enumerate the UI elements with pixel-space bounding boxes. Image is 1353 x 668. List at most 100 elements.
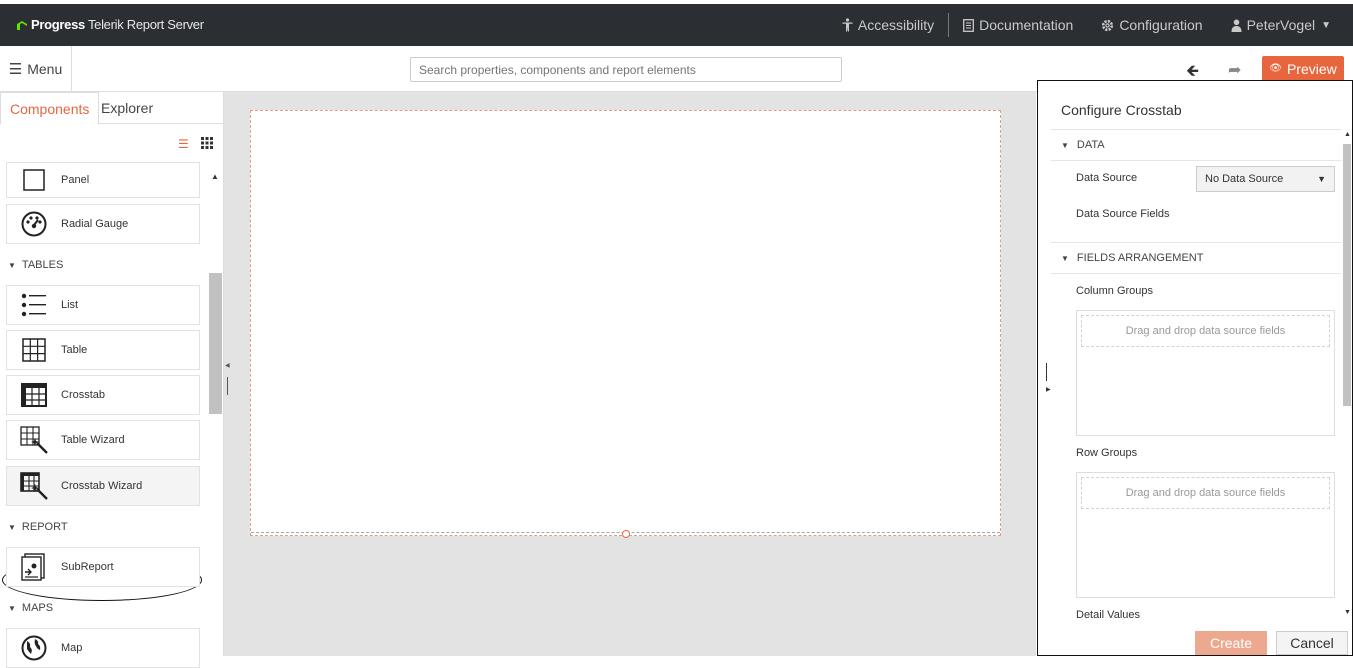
component-radial-gauge[interactable]: Radial Gauge <box>6 204 200 244</box>
section-fields-arrangement[interactable]: ▼ FIELDS ARRANGEMENT <box>1051 242 1341 274</box>
nav-configuration[interactable]: Configuration <box>1087 13 1216 37</box>
subreport-icon <box>21 553 45 581</box>
expand-triangle-icon: ▼ <box>8 523 16 532</box>
brand-product: Telerik Report Server <box>87 17 204 32</box>
configure-crosstab-panel: Configure Crosstab ▶ ▼ DATA Data Source … <box>1037 80 1353 656</box>
expand-triangle-icon: ▼ <box>1061 140 1069 150</box>
scroll-down-arrow-icon[interactable]: ▼ <box>1344 609 1351 616</box>
collapse-left-arrow-icon[interactable]: ◀ <box>225 362 230 369</box>
preview-button[interactable]: 👁 Preview <box>1262 56 1344 81</box>
nav-documentation[interactable]: Documentation <box>949 13 1087 37</box>
category-tables[interactable]: ▼ TABLES <box>8 259 63 271</box>
component-panel[interactable]: Panel <box>6 162 200 198</box>
menu-button[interactable]: ☰ Menu <box>0 46 72 92</box>
category-maps[interactable]: ▼ MAPS <box>8 602 53 614</box>
row-groups-label: Row Groups <box>1076 447 1138 459</box>
data-source-value: No Data Source <box>1205 173 1284 185</box>
component-label: Panel <box>61 174 90 186</box>
chevron-down-icon: ▼ <box>1317 174 1326 184</box>
row-groups-box[interactable]: Drag and drop data source fields <box>1076 472 1335 598</box>
component-label: Radial Gauge <box>61 218 129 230</box>
report-page[interactable] <box>250 110 1001 538</box>
panel-icon <box>23 169 45 191</box>
component-subreport[interactable]: SubReport <box>6 547 200 587</box>
user-icon <box>1231 19 1242 32</box>
component-label: Table <box>61 344 88 356</box>
tab-components[interactable]: Components <box>0 92 100 125</box>
detail-values-label: Detail Values <box>1076 609 1140 621</box>
data-source-select[interactable]: No Data Source ▼ <box>1196 166 1335 192</box>
component-label: Map <box>61 642 83 654</box>
list-view-icon[interactable]: ☰ <box>178 137 189 151</box>
component-label: Crosstab <box>61 389 106 401</box>
panel-title: Configure Crosstab <box>1061 102 1182 118</box>
eye-icon: 👁 <box>1269 63 1282 74</box>
scroll-up-arrow-icon[interactable]: ▲ <box>211 172 219 181</box>
column-groups-box[interactable]: Drag and drop data source fields <box>1076 310 1335 436</box>
hamburger-icon: ☰ <box>8 61 23 78</box>
expand-triangle-icon: ▼ <box>8 261 16 270</box>
nav-accessibility-label: Accessibility <box>857 17 935 33</box>
create-button[interactable]: Create <box>1195 631 1267 655</box>
component-table-wizard[interactable]: Table Wizard <box>6 420 200 460</box>
document-icon <box>963 18 975 32</box>
scroll-up-arrow-icon[interactable]: ▲ <box>1344 131 1351 138</box>
top-bar: Progress Telerik Report Server Accessibi… <box>0 0 1353 46</box>
menu-button-label: Menu <box>27 61 63 77</box>
data-source-label: Data Source <box>1076 172 1138 184</box>
component-list[interactable]: List <box>6 285 200 325</box>
tab-explorer[interactable]: Explorer <box>92 92 162 125</box>
expand-triangle-icon: ▼ <box>1061 253 1069 263</box>
row-groups-dropzone[interactable]: Drag and drop data source fields <box>1081 477 1330 509</box>
progress-logo-icon <box>17 20 27 30</box>
nav-user-menu[interactable]: PeterVogel ▼ <box>1217 13 1345 37</box>
category-report[interactable]: ▼ REPORT <box>8 521 68 533</box>
accessibility-icon <box>842 18 853 32</box>
crosstab-icon <box>21 383 47 407</box>
section-data[interactable]: ▼ DATA <box>1051 129 1341 161</box>
category-label: MAPS <box>21 602 54 614</box>
data-source-fields-label: Data Source Fields <box>1076 208 1170 220</box>
resize-handle[interactable] <box>622 530 630 538</box>
component-crosstab[interactable]: Crosstab <box>6 375 200 415</box>
list-icon <box>21 293 46 317</box>
nav-configuration-label: Configuration <box>1119 17 1203 33</box>
section-label: DATA <box>1076 139 1105 151</box>
nav-accessibility[interactable]: Accessibility <box>828 13 950 37</box>
brand-logo[interactable]: Progress Telerik Report Server <box>16 17 204 32</box>
redo-icon[interactable]: ➦ <box>1228 60 1241 80</box>
components-panel: Components Explorer ☰ Panel Radial Gauge… <box>0 92 224 668</box>
preview-button-label: Preview <box>1286 60 1337 77</box>
components-scroll-thumb[interactable] <box>209 273 222 414</box>
splitter-handle[interactable] <box>227 377 228 395</box>
top-nav: Accessibility Documentation Configuratio… <box>828 4 1345 46</box>
nav-documentation-label: Documentation <box>979 17 1074 33</box>
brand-name: Progress <box>31 17 85 32</box>
table-wizard-icon <box>20 426 48 454</box>
globe-icon <box>21 635 47 661</box>
panel-footer: Create Cancel <box>1038 625 1352 657</box>
component-label: SubReport <box>61 561 114 573</box>
component-crosstab-wizard[interactable]: Crosstab Wizard <box>6 466 200 506</box>
component-label: List <box>61 299 79 311</box>
expand-triangle-icon: ▼ <box>8 604 16 613</box>
component-table[interactable]: Table <box>6 330 200 370</box>
expand-right-arrow-icon[interactable]: ▶ <box>1046 386 1051 393</box>
column-groups-label: Column Groups <box>1076 285 1154 297</box>
crosstab-wizard-icon <box>20 472 48 500</box>
search-input[interactable] <box>410 57 842 82</box>
section-label: FIELDS ARRANGEMENT <box>1076 252 1204 264</box>
config-scroll-thumb[interactable] <box>1343 144 1351 406</box>
component-label: Crosstab Wizard <box>61 480 143 492</box>
grid-view-icon[interactable] <box>201 137 213 152</box>
left-splitter[interactable]: ◀ <box>224 92 232 656</box>
gear-icon <box>1102 19 1114 31</box>
category-label: TABLES <box>21 259 64 271</box>
column-groups-dropzone[interactable]: Drag and drop data source fields <box>1081 315 1330 347</box>
nav-user-label: PeterVogel <box>1246 17 1316 33</box>
component-label: Table Wizard <box>61 434 125 446</box>
component-map[interactable]: Map <box>6 628 200 668</box>
cancel-button[interactable]: Cancel <box>1276 631 1348 655</box>
right-splitter-handle[interactable] <box>1046 363 1047 381</box>
radial-gauge-icon <box>21 211 47 237</box>
